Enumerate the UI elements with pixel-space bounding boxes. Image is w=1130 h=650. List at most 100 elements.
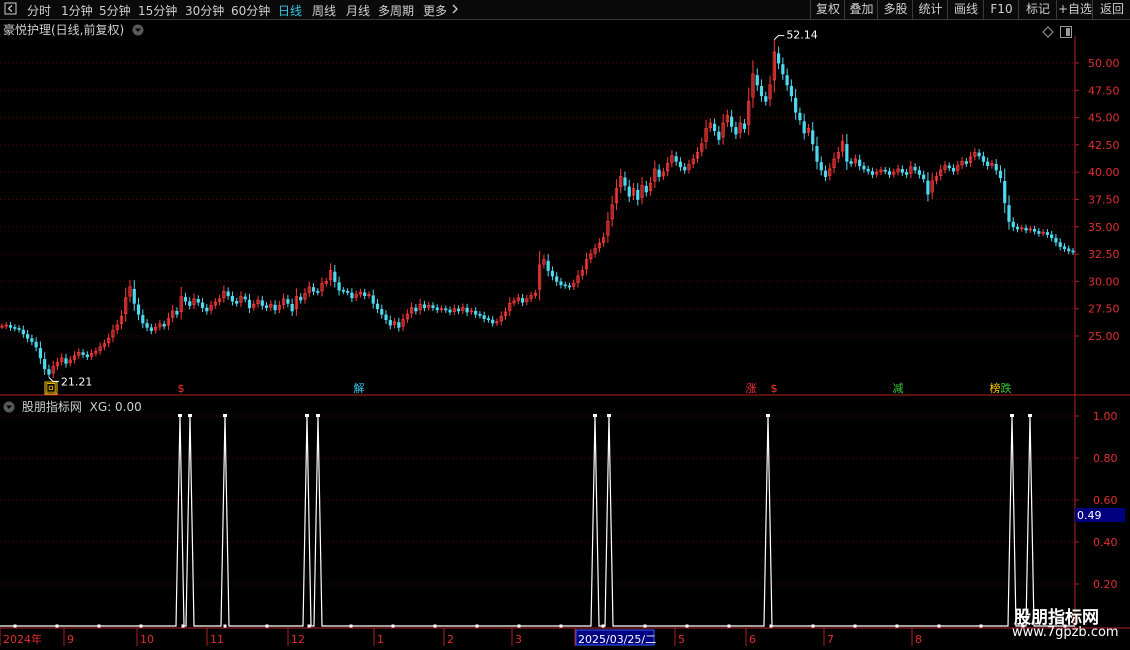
xg-zero-dot: [307, 624, 311, 628]
candle-body: [1067, 248, 1071, 252]
candle-body: [371, 295, 375, 304]
candle-body: [286, 299, 290, 304]
x-tick-label: 10: [140, 633, 154, 646]
candle-body: [486, 318, 491, 321]
candle-body: [21, 329, 25, 335]
candle-body: [712, 123, 717, 132]
xg-zero-dot: [223, 624, 227, 628]
xg-zero-dot: [433, 624, 437, 628]
candle-body: [337, 282, 341, 291]
candle-body: [435, 307, 439, 311]
candle-body: [30, 338, 34, 342]
candle-body: [922, 174, 926, 180]
xg-peak: [1010, 414, 1014, 417]
candle-body: [474, 310, 478, 315]
candle-body: [794, 97, 798, 113]
candle-body: [205, 307, 209, 312]
x-tick-label: 8: [915, 633, 922, 646]
candle-body: [913, 166, 917, 171]
candle-body: [776, 53, 781, 64]
candle-body: [235, 300, 239, 304]
xg-zero-dot: [139, 624, 143, 628]
candle-body: [657, 169, 661, 177]
candle-body: [627, 186, 631, 197]
candle-body: [1062, 246, 1067, 250]
x-tick-label: 12: [291, 633, 305, 646]
high-label: 52.14: [786, 29, 818, 42]
xg-zero-dot: [643, 624, 647, 628]
candle-body: [567, 285, 572, 288]
candle-body: [341, 289, 345, 292]
candle-body: [951, 167, 956, 172]
candle-body: [13, 327, 17, 329]
stock-chart[interactable]: 回 $ 解 涨 $ 减 榜跌 50.00 47.50 45.00 42.50 40.00 37.50 3…: [0, 0, 1130, 650]
candle-body: [465, 307, 469, 313]
candle-body: [226, 291, 230, 296]
xg-peak: [223, 414, 227, 417]
high-pointer: [773, 35, 785, 40]
candle-body: [1050, 234, 1054, 239]
event-marker[interactable]: 跌: [1001, 381, 1012, 395]
candle-body: [299, 296, 303, 301]
candle-body: [563, 284, 567, 287]
candle-body: [8, 325, 13, 328]
candle-body: [183, 296, 188, 302]
candle-body: [388, 320, 392, 326]
candle-body: [862, 165, 866, 170]
candle-body: [887, 171, 892, 175]
candle-body: [546, 260, 550, 271]
candle-body: [162, 323, 166, 327]
candle-body: [431, 305, 435, 309]
candle-body: [683, 166, 687, 171]
y-tick-label: 0.80: [1093, 452, 1118, 465]
candle-body: [375, 303, 380, 310]
candle-body: [823, 170, 828, 177]
y-tick-label: 42.50: [1088, 139, 1120, 152]
candle-body: [85, 354, 89, 358]
event-marker[interactable]: 回: [46, 382, 57, 395]
candle-body: [43, 359, 47, 370]
candle-body: [38, 348, 43, 359]
y-tick-label: 50.00: [1088, 57, 1120, 70]
y-tick-label: 32.50: [1088, 248, 1120, 261]
candle-body: [900, 169, 904, 173]
xg-zero-dot: [391, 624, 395, 628]
candle-body: [1054, 237, 1058, 243]
candle-body: [870, 171, 875, 175]
event-marker[interactable]: $: [178, 382, 185, 395]
candle-body: [559, 281, 563, 286]
candle-body: [926, 180, 930, 195]
candle-body: [363, 292, 367, 296]
candle-body: [623, 177, 627, 186]
candle-body: [883, 169, 887, 172]
candle-body: [798, 112, 802, 121]
xg-zero-dot: [97, 624, 101, 628]
watermark: 股朋指标网 www.7gpzb.com: [1000, 603, 1128, 648]
event-marker[interactable]: 减: [893, 382, 904, 395]
x-tick-label: 9: [67, 633, 74, 646]
event-marker[interactable]: 榜: [990, 381, 1001, 395]
candle-body: [1015, 226, 1020, 230]
candle-body: [802, 121, 806, 134]
candle-body: [491, 319, 495, 324]
event-marker[interactable]: 涨: [746, 382, 757, 395]
candle-body: [866, 168, 870, 172]
event-marker[interactable]: $: [771, 382, 778, 395]
candle-body: [414, 307, 418, 312]
xg-zero-dot: [937, 624, 941, 628]
candle-body: [815, 146, 819, 162]
candle-body: [678, 161, 683, 168]
event-marker[interactable]: 解: [354, 381, 365, 395]
candle-body: [260, 300, 264, 306]
y-tick-label: 30.00: [1088, 275, 1120, 288]
candle-body: [785, 75, 789, 86]
candle-body: [947, 165, 951, 169]
candle-body: [644, 185, 648, 193]
candle-body: [1032, 228, 1037, 232]
candle-body: [1003, 181, 1007, 204]
candle-body: [316, 290, 320, 293]
candle-body: [1071, 250, 1075, 253]
candle-body: [64, 358, 68, 364]
xg-peak: [593, 414, 597, 417]
candle-body: [230, 296, 235, 302]
